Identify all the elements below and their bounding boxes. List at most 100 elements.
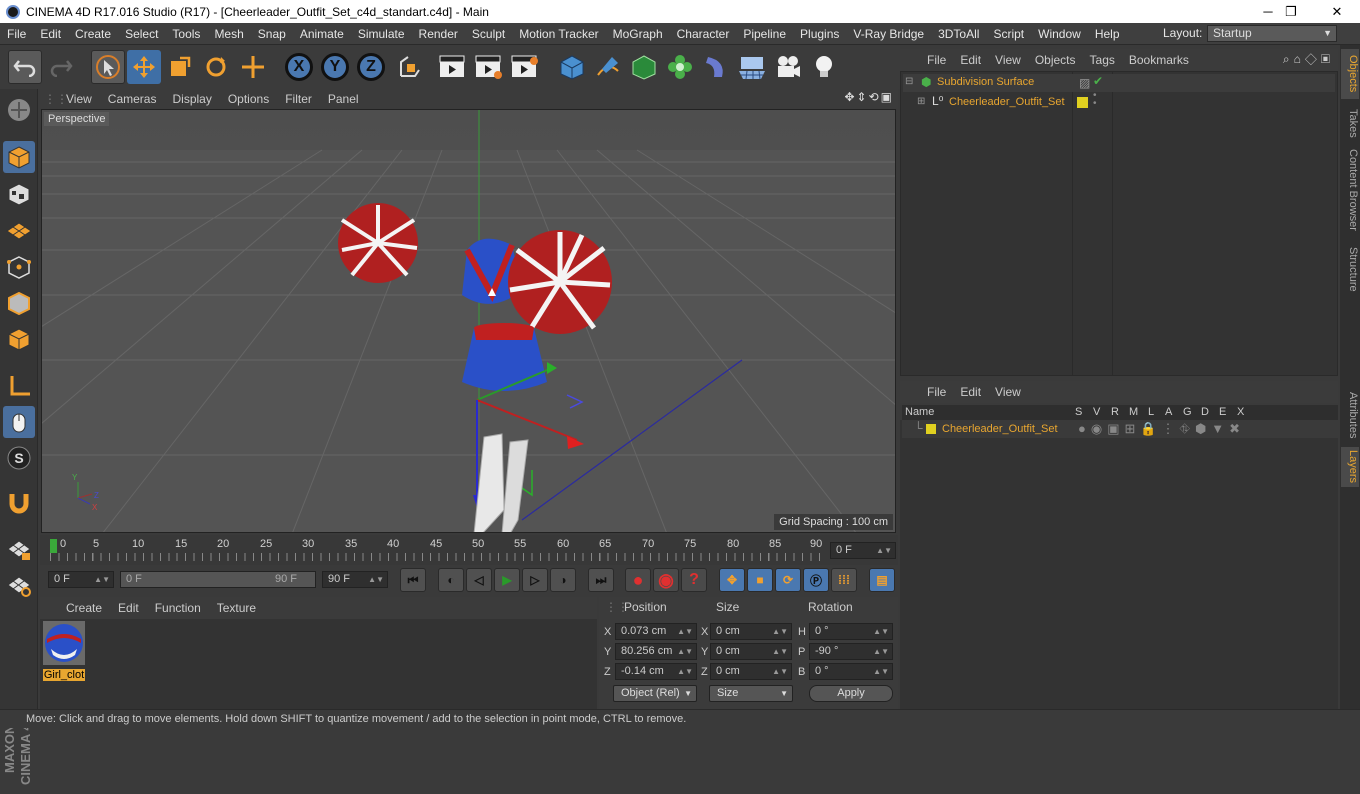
menu-help[interactable]: Help — [1088, 27, 1127, 41]
end-frame-field[interactable]: 90 F ▲▼ — [322, 571, 388, 588]
spinner-icon[interactable]: ▲▼ — [876, 543, 892, 558]
polygons-mode-button[interactable] — [3, 323, 35, 355]
material-menu-edit[interactable]: Edit — [110, 601, 147, 615]
menu-simulate[interactable]: Simulate — [351, 27, 412, 41]
rot-h-field[interactable]: 0 ° ▲▼ — [809, 623, 893, 640]
key-parameter-button[interactable]: Ⓟ — [803, 568, 829, 592]
spinner-icon[interactable]: ▲▼ — [873, 624, 889, 639]
tab-content-browser[interactable]: Content Browser — [1341, 145, 1359, 235]
viewport-nav-icons[interactable]: ✥⇕⟲▣ — [844, 90, 894, 104]
key-position-button[interactable]: ✥ — [719, 568, 745, 592]
apply-button[interactable]: Apply — [809, 685, 893, 702]
camera-button[interactable] — [771, 50, 805, 84]
frame-range-slider[interactable]: 0 F 90 F — [120, 571, 316, 588]
column-generators[interactable]: G — [1183, 406, 1192, 418]
object-row-cheerleader[interactable]: ⊞ L⁰ Cheerleader_Outfit_Set • • — [903, 91, 1335, 112]
planar-workplane-button[interactable] — [3, 569, 35, 601]
expand-icon[interactable]: ⊞ — [917, 96, 925, 107]
material-menu-texture[interactable]: Texture — [209, 601, 264, 615]
spinner-icon[interactable]: ▲▼ — [772, 644, 788, 659]
perspective-viewport[interactable]: Y Z X Perspective Grid Spacing : 100 cm — [41, 109, 896, 533]
next-frame-button[interactable]: ▷ — [522, 568, 548, 592]
timeline-ruler[interactable]: 0 5 10 15 20 25 30 35 40 45 50 55 60 65 … — [40, 535, 898, 565]
viewport-menu-view[interactable]: View — [58, 92, 100, 106]
layer-flag-icons[interactable]: ●◉▣⊞🔒⋮⛗⬢▼✖ — [1078, 421, 1245, 437]
next-key-button[interactable]: ◑ — [550, 568, 576, 592]
current-frame-field[interactable]: 0 F ▲▼ — [830, 542, 896, 559]
go-to-start-button[interactable]: ⏮ — [400, 568, 426, 592]
menu-animate[interactable]: Animate — [293, 27, 351, 41]
material-menu-function[interactable]: Function — [147, 601, 209, 615]
column-name[interactable]: Name — [905, 406, 934, 418]
move-tool[interactable] — [127, 50, 161, 84]
rotate-tool[interactable] — [199, 50, 233, 84]
viewport-menu-options[interactable]: Options — [220, 92, 277, 106]
magnet-button[interactable] — [3, 487, 35, 519]
keyframe-selection-button[interactable]: ? — [681, 568, 707, 592]
spinner-icon[interactable]: ▲▼ — [772, 624, 788, 639]
spinner-icon[interactable]: ▲▼ — [368, 572, 384, 587]
object-manager-nav-icons[interactable]: ⌕⌂◇▣ — [1283, 52, 1334, 67]
undo-button[interactable] — [8, 50, 42, 84]
layer-row[interactable]: └ Cheerleader_Outfit_Set ●◉▣⊞🔒⋮⛗⬢▼✖ — [902, 420, 1338, 438]
previous-key-button[interactable]: ◐ — [438, 568, 464, 592]
layer-color-swatch[interactable] — [926, 424, 936, 434]
timeline-window-button[interactable]: ▤ — [869, 568, 895, 592]
menu-window[interactable]: Window — [1031, 27, 1088, 41]
autokey-button[interactable]: ◉ — [653, 568, 679, 592]
floor-button[interactable] — [735, 50, 769, 84]
pos-x-field[interactable]: 0.073 cm ▲▼ — [615, 623, 697, 640]
record-keys-button[interactable]: ● — [625, 568, 651, 592]
live-selection-tool[interactable] — [91, 50, 125, 84]
workplane-mode-button[interactable] — [3, 214, 35, 246]
column-render[interactable]: R — [1111, 406, 1119, 418]
coordinate-system-button[interactable] — [391, 50, 425, 84]
menu-render[interactable]: Render — [412, 27, 465, 41]
menu-select[interactable]: Select — [118, 27, 165, 41]
axis-mode-button[interactable] — [3, 370, 35, 402]
x-axis-lock-button[interactable]: X — [282, 50, 316, 84]
size-x-field[interactable]: 0 cm ▲▼ — [710, 623, 792, 640]
menu-vray-bridge[interactable]: V-Ray Bridge — [846, 27, 931, 41]
viewport-menu-panel[interactable]: Panel — [320, 92, 367, 106]
y-axis-lock-button[interactable]: Y — [318, 50, 352, 84]
coordinate-mode-dropdown[interactable]: Object (Rel) ▼ — [613, 685, 697, 702]
menu-sculpt[interactable]: Sculpt — [465, 27, 512, 41]
column-locked[interactable]: L — [1148, 406, 1154, 418]
locked-workplane-button[interactable] — [3, 533, 35, 565]
menu-mograph[interactable]: MoGraph — [606, 27, 670, 41]
deformer-button[interactable] — [699, 50, 733, 84]
layers-menu-file[interactable]: File — [920, 385, 953, 399]
recent-tool[interactable] — [236, 50, 270, 84]
objects-menu-edit[interactable]: Edit — [953, 53, 988, 67]
material-menu-create[interactable]: Create — [58, 601, 110, 615]
objects-menu-file[interactable]: File — [920, 53, 953, 67]
tab-objects[interactable]: Objects — [1341, 49, 1359, 99]
column-animation[interactable]: A — [1165, 406, 1172, 418]
pos-z-field[interactable]: -0.14 cm ▲▼ — [615, 663, 697, 680]
key-pla-button[interactable]: ⁞⁞⁞ — [831, 568, 857, 592]
column-expressions[interactable]: E — [1219, 406, 1226, 418]
objects-menu-tags[interactable]: Tags — [1083, 53, 1122, 67]
layer-color-swatch[interactable] — [1077, 97, 1088, 108]
menu-motion-tracker[interactable]: Motion Tracker — [512, 27, 605, 41]
start-frame-field[interactable]: 0 F ▲▼ — [48, 571, 114, 588]
render-settings-button[interactable] — [508, 50, 542, 84]
editor-visibility-icon[interactable]: ▨ — [1079, 76, 1090, 90]
menu-pipeline[interactable]: Pipeline — [736, 27, 793, 41]
material-swatch[interactable]: Girl_clot — [43, 621, 85, 681]
tweak-mode-button[interactable] — [3, 406, 35, 438]
objects-menu-view[interactable]: View — [988, 53, 1028, 67]
redo-button[interactable] — [44, 50, 78, 84]
points-mode-button[interactable] — [3, 251, 35, 283]
menu-tools[interactable]: Tools — [165, 27, 207, 41]
size-mode-dropdown[interactable]: Size ▼ — [709, 685, 793, 702]
cube-object-button[interactable] — [555, 50, 589, 84]
collapse-icon[interactable]: ⊟ — [905, 76, 913, 87]
column-solo[interactable]: S — [1075, 406, 1082, 418]
tab-structure[interactable]: Structure — [1341, 241, 1359, 297]
tab-layers[interactable]: Layers — [1341, 447, 1359, 487]
spinner-icon[interactable]: ▲▼ — [677, 644, 693, 659]
playhead-marker[interactable] — [50, 539, 57, 553]
spinner-icon[interactable]: ▲▼ — [677, 624, 693, 639]
